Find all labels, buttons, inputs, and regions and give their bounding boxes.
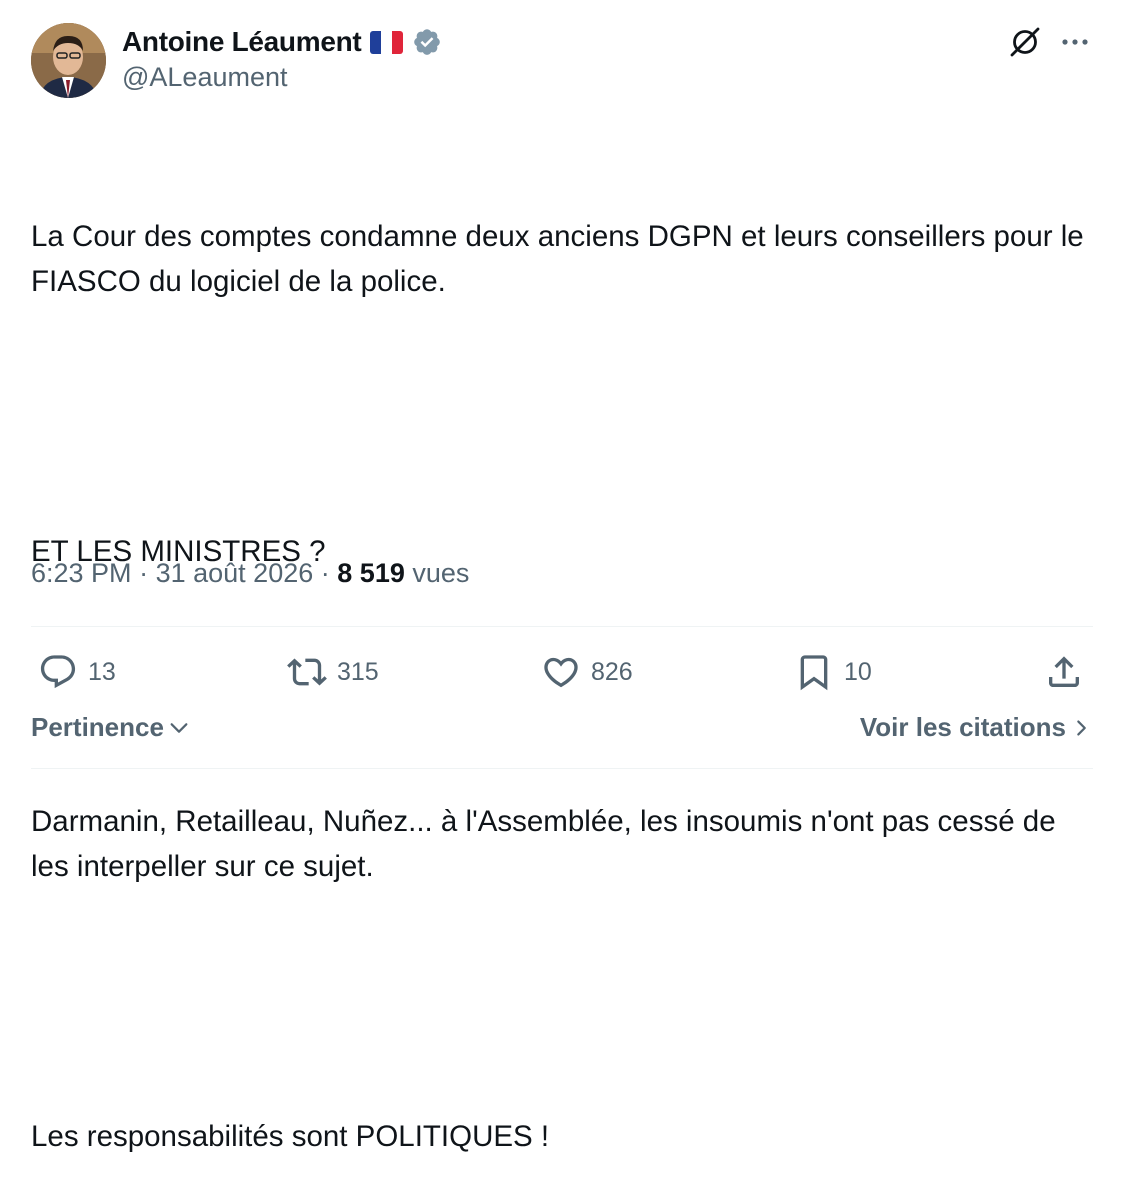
- divider: [31, 626, 1093, 627]
- tweet-time[interactable]: 6:23 PM: [31, 558, 132, 588]
- author-display-name[interactable]: Antoine Léaument: [122, 26, 362, 58]
- repost-button[interactable]: 315: [287, 648, 379, 696]
- repost-icon: [287, 658, 327, 686]
- bookmark-icon: [800, 655, 828, 691]
- view-quotes-label: Voir les citations: [859, 712, 1066, 742]
- views-label: vues: [412, 558, 470, 588]
- bookmark-button[interactable]: 10: [794, 648, 872, 696]
- france-flag-icon: [370, 30, 404, 54]
- share-button[interactable]: [1044, 648, 1084, 696]
- avatar-image: [31, 23, 106, 98]
- reply-count: 13: [88, 657, 116, 686]
- tweet-paragraph: La Cour des comptes condamne deux ancien…: [31, 220, 1092, 298]
- divider: [31, 768, 1093, 769]
- reply-button[interactable]: 13: [38, 648, 116, 696]
- chevron-down-icon: [170, 722, 188, 733]
- bookmark-count: 10: [844, 657, 872, 686]
- repost-count: 315: [337, 657, 379, 686]
- tweet-date[interactable]: 31 août 2026: [156, 558, 314, 588]
- more-options-icon[interactable]: [1058, 30, 1092, 54]
- grok-icon[interactable]: [1007, 24, 1043, 60]
- tweet-paragraph: Les responsabilités sont POLITIQUES !: [31, 1120, 550, 1153]
- like-button[interactable]: 826: [541, 648, 633, 696]
- avatar[interactable]: [31, 23, 106, 98]
- tweet-paragraph: Darmanin, Retailleau, Nuñez... à l'Assem…: [31, 805, 1064, 883]
- meta-separator: ·: [320, 558, 330, 588]
- chevron-right-icon: [1077, 719, 1086, 736]
- meta-separator: ·: [139, 558, 149, 588]
- sort-dropdown[interactable]: Pertinence: [31, 712, 190, 743]
- views-count: 8 519: [337, 558, 405, 588]
- heart-icon: [544, 657, 578, 688]
- sort-label: Pertinence: [31, 712, 164, 742]
- tweet-meta: 6:23 PM · 31 août 2026 · 8 519 vues: [31, 558, 469, 589]
- share-icon: [1049, 656, 1079, 687]
- verified-badge-icon: [414, 29, 441, 55]
- reply-icon: [40, 655, 76, 689]
- author-name-row: Antoine Léaument: [122, 24, 442, 60]
- author-handle[interactable]: @ALeaument: [122, 62, 288, 93]
- view-quotes-link[interactable]: Voir les citations: [860, 712, 1090, 743]
- like-count: 826: [591, 657, 633, 686]
